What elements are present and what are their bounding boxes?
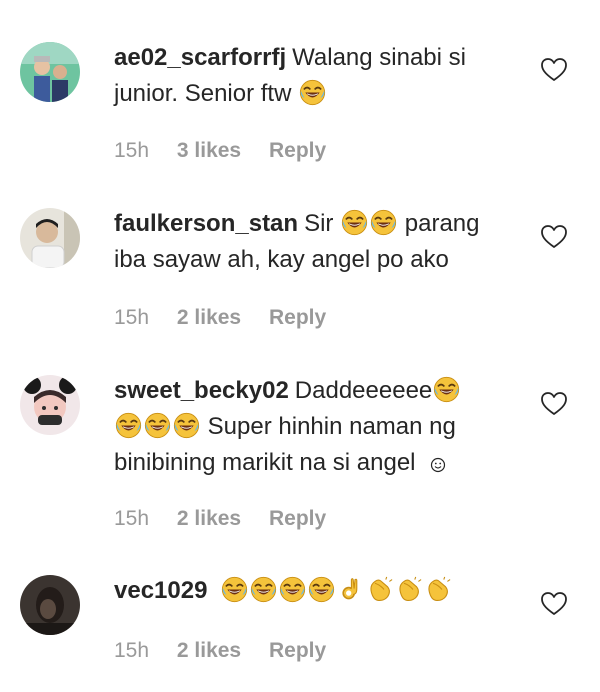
face-with-tears-of-joy-icon <box>341 209 368 236</box>
ok-hand-icon <box>337 576 364 603</box>
heart-outline-icon[interactable] <box>540 591 568 617</box>
comment-body: Super hinhin naman ng <box>207 413 456 440</box>
avatar[interactable] <box>20 208 80 268</box>
avatar[interactable] <box>20 42 80 102</box>
avatar[interactable] <box>20 575 80 635</box>
clapping-hands-icon <box>424 576 451 603</box>
comment-body: Sir <box>304 210 334 237</box>
comment-meta: 15h 2 likes Reply <box>114 639 348 663</box>
comment-body: junior. Senior ftw <box>114 80 292 107</box>
comment-body: Walang sinabi si <box>292 44 466 71</box>
face-with-tears-of-joy-icon <box>370 209 397 236</box>
username[interactable]: vec1029 <box>114 577 207 604</box>
comment-time: 15h <box>114 507 150 530</box>
heart-outline-icon[interactable] <box>540 391 568 417</box>
face-with-tears-of-joy-icon <box>308 576 335 603</box>
comment-text: ae02_scarforrfj Walang sinabi si <box>114 40 524 76</box>
comment-body: Daddeeeeee <box>294 377 433 404</box>
face-with-tears-of-joy-icon <box>250 576 277 603</box>
comment-time: 15h <box>114 639 150 662</box>
comment-body: parang <box>404 210 480 237</box>
face-with-tears-of-joy-icon <box>173 412 200 439</box>
avatar[interactable] <box>20 375 80 435</box>
face-with-tears-of-joy-icon <box>433 376 460 403</box>
comment-time: 15h <box>114 139 150 162</box>
heart-outline-icon[interactable] <box>540 57 568 83</box>
username[interactable]: sweet_becky02 <box>114 377 289 404</box>
username[interactable]: ae02_scarforrfj <box>114 44 286 71</box>
comment-time: 15h <box>114 306 150 329</box>
face-with-tears-of-joy-icon <box>279 576 306 603</box>
face-with-tears-of-joy-icon <box>144 412 171 439</box>
reply-button[interactable]: Reply <box>269 639 326 662</box>
face-with-tears-of-joy-icon <box>299 79 326 106</box>
reply-button[interactable]: Reply <box>269 306 326 329</box>
clapping-hands-icon <box>366 576 393 603</box>
clapping-hands-icon <box>395 576 422 603</box>
likes-count[interactable]: 2 likes <box>177 507 241 530</box>
smiling-face-icon <box>431 457 446 473</box>
likes-count[interactable]: 2 likes <box>177 306 241 329</box>
reply-button[interactable]: Reply <box>269 139 326 162</box>
comment-body: iba sayaw ah, kay angel po ako <box>114 246 449 273</box>
face-with-tears-of-joy-icon <box>115 412 142 439</box>
likes-count[interactable]: 2 likes <box>177 639 241 662</box>
username[interactable]: faulkerson_stan <box>114 210 298 237</box>
likes-count[interactable]: 3 likes <box>177 139 241 162</box>
reply-button[interactable]: Reply <box>269 507 326 530</box>
comment-meta: 15h 3 likes Reply <box>114 139 348 163</box>
comment-meta: 15h 2 likes Reply <box>114 507 348 531</box>
comment-meta: 15h 2 likes Reply <box>114 306 348 330</box>
heart-outline-icon[interactable] <box>540 224 568 250</box>
face-with-tears-of-joy-icon <box>221 576 248 603</box>
comment-body: binibining marikit na si angel <box>114 449 416 476</box>
